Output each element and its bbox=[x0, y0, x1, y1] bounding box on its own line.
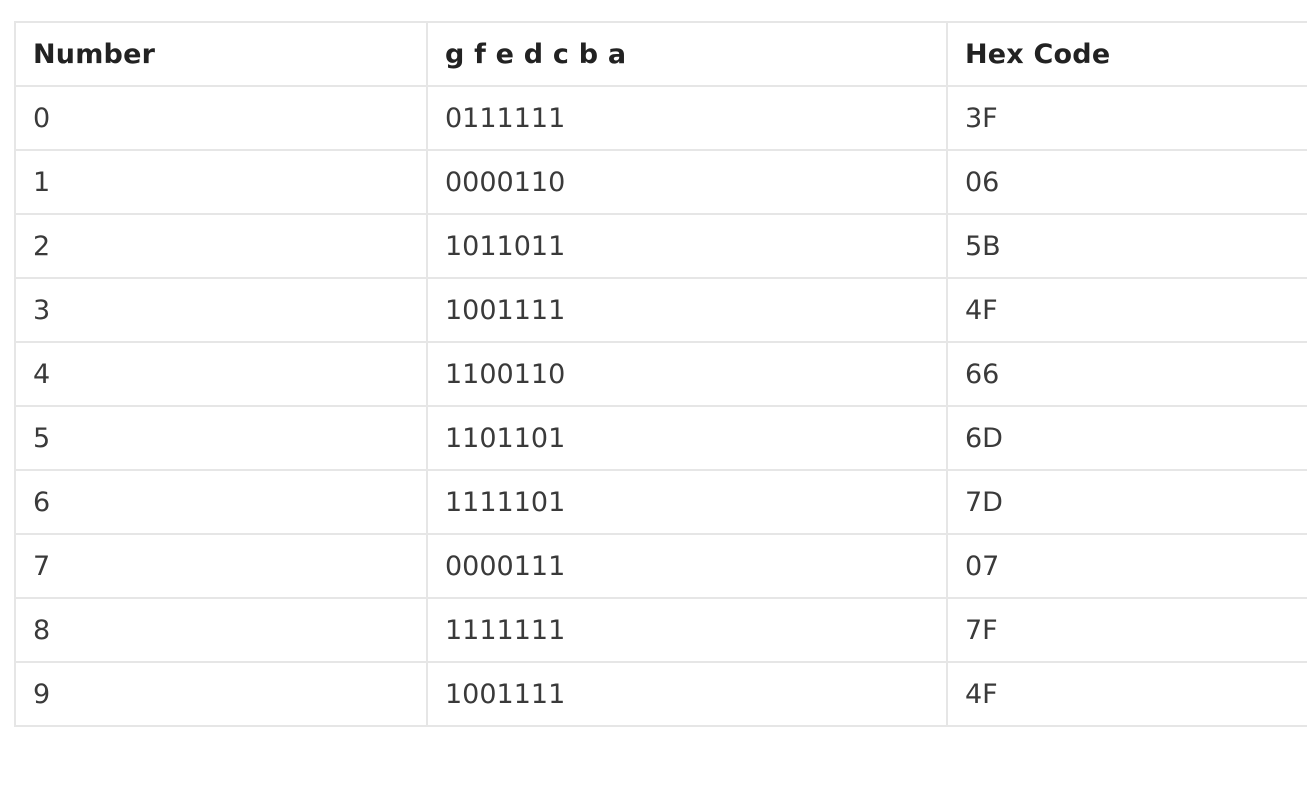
hex-code-cell: 06 bbox=[946, 149, 1307, 215]
segments-cell: 0111111 bbox=[426, 85, 948, 151]
table-row: 4 1100110 66 bbox=[14, 341, 1307, 407]
hex-code-cell: 7D bbox=[946, 469, 1307, 535]
hex-code-cell: 7F bbox=[946, 597, 1307, 663]
number-cell: 3 bbox=[14, 277, 428, 343]
segments-cell: 1101101 bbox=[426, 405, 948, 471]
segments-cell: 1111111 bbox=[426, 597, 948, 663]
number-cell: 0 bbox=[14, 85, 428, 151]
header-number: Number bbox=[14, 21, 428, 87]
table-row: 2 1011011 5B bbox=[14, 213, 1307, 279]
hex-code-cell: 07 bbox=[946, 533, 1307, 599]
table-body: 0 0111111 3F 1 0000110 06 2 1011011 5B 3… bbox=[14, 85, 1307, 727]
segments-cell: 1011011 bbox=[426, 213, 948, 279]
table-row: 1 0000110 06 bbox=[14, 149, 1307, 215]
table-row: 9 1001111 4F bbox=[14, 661, 1307, 727]
header-hex-code: Hex Code bbox=[946, 21, 1307, 87]
segments-cell: 1001111 bbox=[426, 661, 948, 727]
header-row: Number g f e d c b a Hex Code bbox=[14, 21, 1307, 87]
number-cell: 9 bbox=[14, 661, 428, 727]
hex-code-cell: 4F bbox=[946, 277, 1307, 343]
table-row: 7 0000111 07 bbox=[14, 533, 1307, 599]
header-segments: g f e d c b a bbox=[426, 21, 948, 87]
table-row: 0 0111111 3F bbox=[14, 85, 1307, 151]
table-header: Number g f e d c b a Hex Code bbox=[14, 21, 1307, 87]
table-row: 6 1111101 7D bbox=[14, 469, 1307, 535]
table-row: 8 1111111 7F bbox=[14, 597, 1307, 663]
segments-cell: 0000111 bbox=[426, 533, 948, 599]
number-cell: 2 bbox=[14, 213, 428, 279]
segments-cell: 1111101 bbox=[426, 469, 948, 535]
number-cell: 7 bbox=[14, 533, 428, 599]
hex-code-cell: 66 bbox=[946, 341, 1307, 407]
number-cell: 8 bbox=[14, 597, 428, 663]
hex-code-cell: 5B bbox=[946, 213, 1307, 279]
hex-code-cell: 4F bbox=[946, 661, 1307, 727]
table-row: 3 1001111 4F bbox=[14, 277, 1307, 343]
segments-cell: 1001111 bbox=[426, 277, 948, 343]
number-cell: 4 bbox=[14, 341, 428, 407]
number-cell: 6 bbox=[14, 469, 428, 535]
segments-cell: 0000110 bbox=[426, 149, 948, 215]
segments-cell: 1100110 bbox=[426, 341, 948, 407]
seven-segment-code-table-container: Number g f e d c b a Hex Code 0 0111111 … bbox=[14, 21, 1307, 773]
number-cell: 1 bbox=[14, 149, 428, 215]
hex-code-cell: 6D bbox=[946, 405, 1307, 471]
hex-code-cell: 3F bbox=[946, 85, 1307, 151]
table-row: 5 1101101 6D bbox=[14, 405, 1307, 471]
seven-segment-code-table: Number g f e d c b a Hex Code 0 0111111 … bbox=[14, 21, 1307, 727]
number-cell: 5 bbox=[14, 405, 428, 471]
